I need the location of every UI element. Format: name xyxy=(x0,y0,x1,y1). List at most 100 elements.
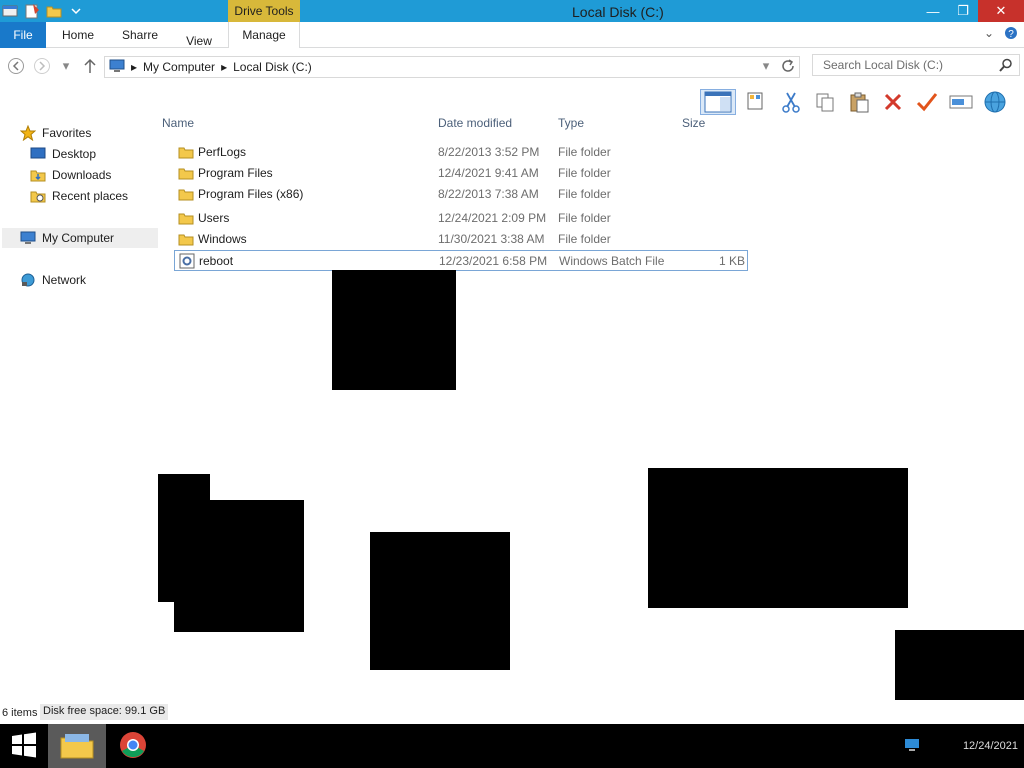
close-button[interactable]: ✕ xyxy=(978,0,1024,22)
address-path-field[interactable]: ▸ My Computer ▸ Local Disk (C:) xyxy=(104,56,800,78)
drive-tools-context-label: Drive Tools xyxy=(228,0,300,22)
occluded-region xyxy=(370,532,510,670)
nav-item-desktop[interactable]: Desktop xyxy=(30,144,96,164)
table-row[interactable]: Windows 11/30/2021 3:38 AM File folder xyxy=(174,229,748,250)
properties-icon[interactable] xyxy=(24,3,40,19)
computer-icon xyxy=(20,230,36,246)
chrome-taskbar-button[interactable] xyxy=(104,724,162,768)
file-name: PerfLogs xyxy=(198,145,247,159)
file-name: Program Files xyxy=(198,166,273,180)
taskbar: 12/24/2021 xyxy=(0,724,1024,768)
tab-share[interactable]: Sharre xyxy=(112,22,168,48)
restore-button[interactable]: ❐ xyxy=(948,0,978,22)
recent-places-icon xyxy=(30,188,46,204)
nav-item-recent-places[interactable]: Recent places xyxy=(30,186,128,206)
batch-file-gear-icon xyxy=(179,253,195,269)
forward-arrow-icon[interactable] xyxy=(32,56,52,76)
address-dropdown-chevron-icon[interactable]: ▾ xyxy=(756,56,776,76)
table-row[interactable]: Program Files (x86) 8/22/2013 7:38 AM Fi… xyxy=(174,184,748,205)
table-row[interactable]: Program Files 12/4/2021 9:41 AM File fol… xyxy=(174,163,748,184)
column-header-name[interactable]: Name xyxy=(162,116,194,130)
nav-item-favorites[interactable]: Favorites xyxy=(20,123,91,143)
nav-item-label: Network xyxy=(42,273,87,287)
file-size: 1 KB xyxy=(718,254,745,268)
tab-home[interactable]: Home xyxy=(58,22,98,48)
file-type: File folder xyxy=(558,211,611,225)
folder-icon xyxy=(178,231,194,247)
clock: 12/24/2021 xyxy=(962,740,1018,752)
folder-icon xyxy=(178,144,194,160)
up-arrow-icon[interactable] xyxy=(80,56,100,76)
new-folder-icon[interactable] xyxy=(46,3,62,19)
window-controls: — ❐ ✕ xyxy=(918,0,1024,22)
chrome-icon xyxy=(118,730,148,763)
window-title: Local Disk (C:) xyxy=(572,4,664,20)
nav-item-label: Desktop xyxy=(52,147,97,161)
file-explorer-icon xyxy=(59,730,95,763)
desktop-icon xyxy=(30,146,46,162)
nav-item-label: Downloads xyxy=(52,168,112,182)
network-icon xyxy=(20,272,36,288)
refresh-icon[interactable] xyxy=(778,56,798,76)
file-type: Windows Batch File xyxy=(559,254,665,268)
file-date: 8/22/2013 3:52 PM xyxy=(438,145,540,159)
file-type: File folder xyxy=(558,145,611,159)
column-header-date-modified[interactable]: Date modified xyxy=(438,116,512,130)
system-menu-icon[interactable] xyxy=(2,3,18,19)
occluded-region xyxy=(174,500,304,632)
ribbon-tab-strip: File Home Sharre View Manage ⌄ ? xyxy=(0,22,1024,48)
tab-manage[interactable]: Manage xyxy=(228,22,300,48)
navigation-pane: Favorites Desktop Downloads Recent place… xyxy=(0,120,160,680)
file-name: Program Files (x86) xyxy=(198,187,304,201)
file-name: Windows xyxy=(198,232,247,246)
column-header-type[interactable]: Type xyxy=(558,116,584,130)
file-date: 11/30/2021 3:38 AM xyxy=(438,232,545,246)
title-bar: Drive Tools Local Disk (C:) — ❐ ✕ xyxy=(0,0,1024,22)
file-date: 8/22/2013 7:38 AM xyxy=(438,187,539,201)
table-row[interactable]: Users 12/24/2021 2:09 PM File folder xyxy=(174,208,748,229)
search-input[interactable]: Search Local Disk (C:) xyxy=(812,54,1020,76)
help-icon[interactable]: ? xyxy=(1004,26,1018,43)
column-header-size[interactable]: Size xyxy=(682,116,705,130)
file-explorer-taskbar-button[interactable] xyxy=(48,724,106,768)
search-icon[interactable] xyxy=(999,58,1013,75)
customize-quick-access-chevron-icon[interactable] xyxy=(68,3,84,19)
table-row[interactable]: PerfLogs 8/22/2013 3:52 PM File folder xyxy=(174,142,748,163)
breadcrumb-separator-icon[interactable]: ▸ xyxy=(221,60,227,74)
folder-icon xyxy=(178,210,194,226)
windows-start-icon[interactable] xyxy=(10,730,38,760)
nav-item-my-computer[interactable]: My Computer xyxy=(2,228,158,248)
breadcrumb-separator-icon[interactable]: ▸ xyxy=(131,60,137,74)
folder-icon xyxy=(178,165,194,181)
item-count: 6 items xyxy=(2,707,38,719)
system-tray: 12/24/2021 xyxy=(864,724,1024,768)
file-name: Users xyxy=(198,211,230,225)
svg-text:?: ? xyxy=(1008,29,1014,40)
minimize-button[interactable]: — xyxy=(918,0,948,22)
ribbon-right-controls: ⌄ ? xyxy=(984,26,1018,43)
folder-icon xyxy=(178,186,194,202)
downloads-icon xyxy=(30,167,46,183)
star-icon xyxy=(20,125,36,141)
file-date: 12/24/2021 2:09 PM xyxy=(438,211,547,225)
occluded-region xyxy=(648,468,908,608)
table-row-selected[interactable]: reboot 12/23/2021 6:58 PM Windows Batch … xyxy=(174,250,748,271)
breadcrumb-my-computer[interactable]: My Computer xyxy=(143,60,215,74)
nav-item-downloads[interactable]: Downloads xyxy=(30,165,111,185)
expand-ribbon-chevron-icon[interactable]: ⌄ xyxy=(984,26,994,43)
file-type: File folder xyxy=(558,232,611,246)
nav-item-label: My Computer xyxy=(42,231,115,245)
computer-icon xyxy=(109,59,125,76)
nav-item-label: Favorites xyxy=(42,126,92,140)
nav-item-network[interactable]: Network xyxy=(20,270,86,290)
breadcrumb-local-disk[interactable]: Local Disk (C:) xyxy=(233,60,312,74)
search-placeholder: Search Local Disk (C:) xyxy=(823,58,944,72)
recent-locations-chevron-icon[interactable]: ▾ xyxy=(56,56,76,76)
network-tray-icon[interactable] xyxy=(904,738,920,755)
tab-file[interactable]: File xyxy=(0,22,46,48)
file-date: 12/4/2021 9:41 AM xyxy=(438,166,539,180)
back-arrow-icon[interactable] xyxy=(6,56,26,76)
occluded-region xyxy=(332,270,456,390)
free-space-readout: Disk free space: 99.1 GB xyxy=(40,704,169,720)
status-bar: 6 items Disk free space: 99.1 GB xyxy=(0,700,1024,724)
